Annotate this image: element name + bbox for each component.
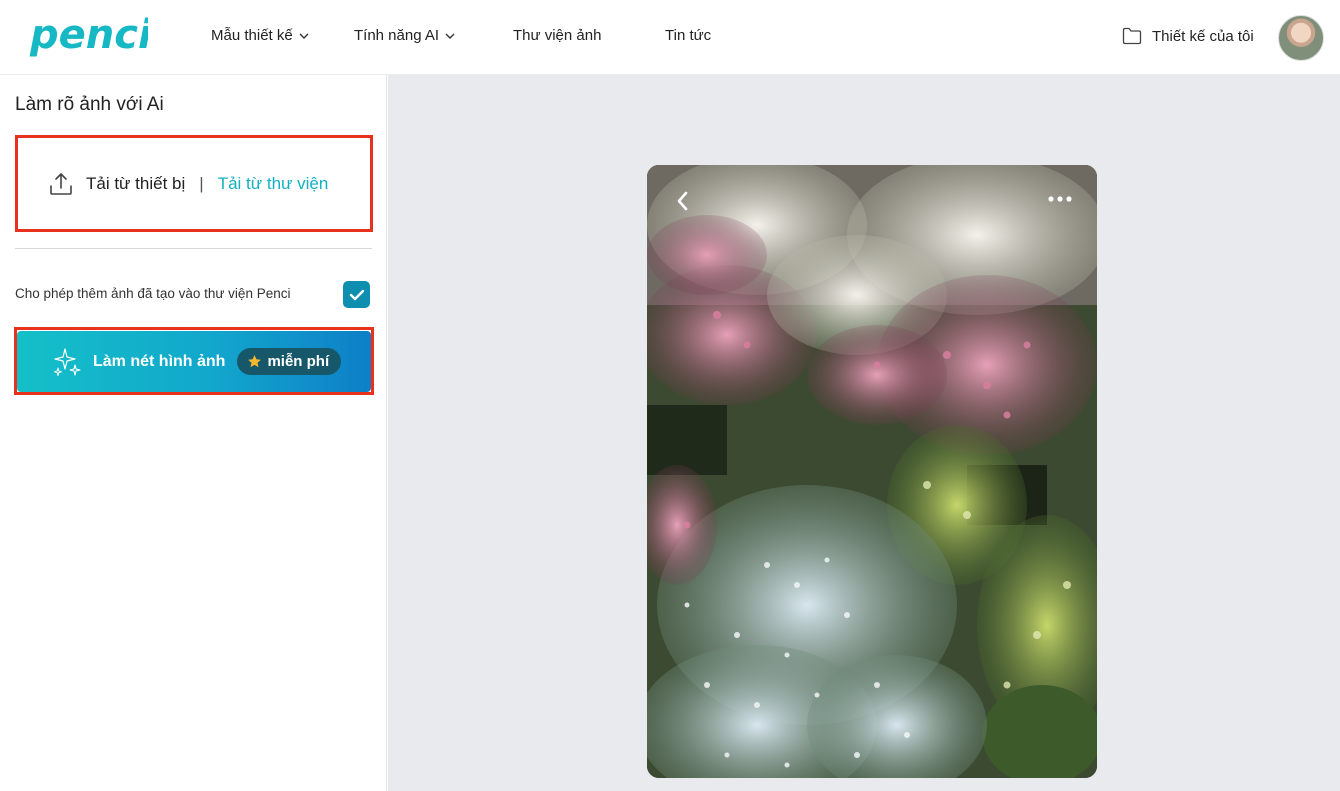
folder-icon — [1122, 27, 1142, 45]
sparkle-icon — [54, 347, 81, 376]
free-badge-label: miễn phí — [267, 353, 330, 370]
divider — [15, 248, 372, 249]
nav-label: Thư viện ảnh — [513, 27, 602, 44]
upload-from-library-button[interactable]: Tải từ thư viện — [218, 174, 329, 194]
upload-from-device-button[interactable]: Tải từ thiết bị — [86, 174, 185, 194]
nav-tinh-nang-ai[interactable]: Tính năng AI — [354, 27, 455, 44]
nav-label: Tính năng AI — [354, 27, 440, 44]
user-avatar[interactable] — [1278, 15, 1324, 61]
preview-image — [647, 165, 1097, 778]
chevron-left-icon[interactable] — [669, 187, 697, 215]
my-designs-link[interactable]: Thiết kế của tôi — [1122, 27, 1254, 45]
top-header: penci Mẫu thiết kế Tính năng AI Thư viện… — [0, 0, 1340, 75]
flower-photo — [647, 165, 1097, 778]
penci-logo[interactable]: penci — [28, 12, 153, 62]
star-icon — [248, 355, 262, 368]
panel-title: Làm rõ ảnh với Ai — [15, 94, 164, 115]
more-horizontal-icon[interactable] — [1045, 191, 1075, 207]
allow-library-checkbox[interactable] — [343, 281, 370, 308]
chevron-down-icon — [299, 33, 309, 39]
free-badge: miễn phí — [237, 348, 342, 375]
nav-label: Tin tức — [665, 27, 712, 44]
upload-icon — [50, 172, 72, 195]
nav-mau-thiet-ke[interactable]: Mẫu thiết kế — [211, 27, 309, 44]
check-icon — [349, 289, 364, 300]
upload-area: Tải từ thiết bị | Tải từ thư viện — [15, 135, 373, 232]
chevron-down-icon — [445, 33, 455, 39]
my-designs-label: Thiết kế của tôi — [1152, 27, 1254, 45]
preview-canvas — [388, 75, 1340, 791]
allow-library-label: Cho phép thêm ảnh đã tạo vào thư viện Pe… — [15, 286, 291, 301]
sidebar-panel: Làm rõ ảnh với Ai Tải từ thiết bị | Tải … — [0, 75, 387, 791]
enhance-image-button[interactable]: Làm nét hình ảnh miễn phí — [17, 331, 371, 392]
enhance-button-label: Làm nét hình ảnh — [93, 352, 226, 370]
nav-tin-tuc[interactable]: Tin tức — [665, 27, 711, 44]
upload-separator: | — [199, 173, 204, 193]
svg-text:penci: penci — [29, 12, 148, 58]
nav-label: Mẫu thiết kế — [211, 27, 293, 44]
nav-thu-vien-anh[interactable]: Thư viện ảnh — [513, 27, 601, 44]
